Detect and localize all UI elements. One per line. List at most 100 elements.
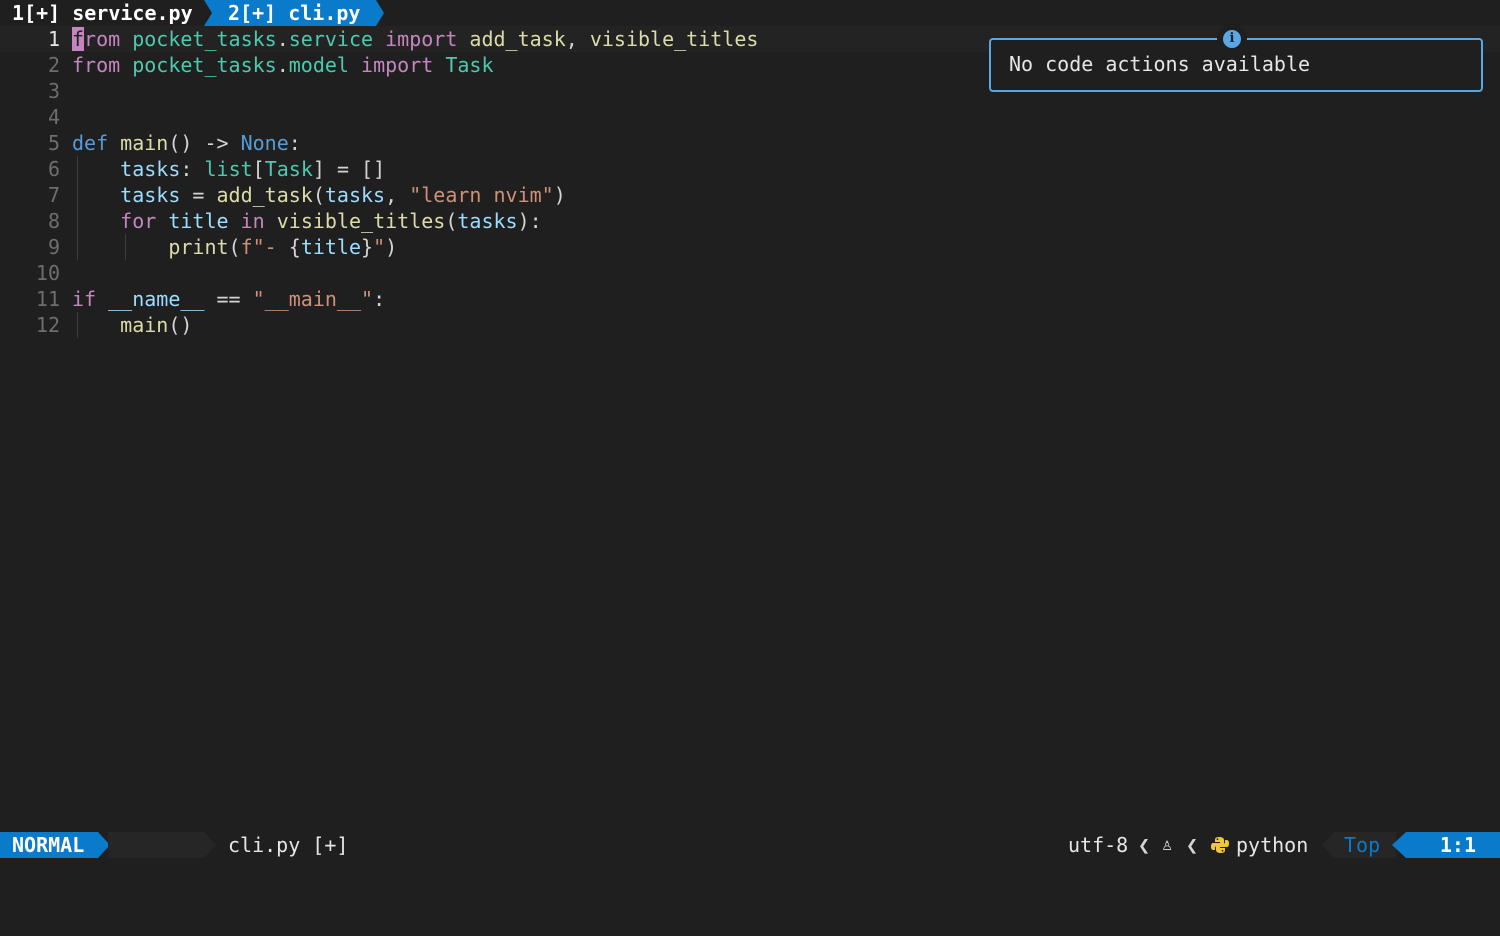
- code-token: visible_titles: [276, 209, 446, 233]
- mode-indicator: NORMAL: [0, 832, 110, 858]
- code-token: "learn nvim": [409, 183, 554, 207]
- code-line[interactable]: 8 for title in visible_titles(tasks):: [0, 208, 1500, 234]
- code-text: from pocket_tasks.service import add_tas…: [72, 26, 758, 52]
- code-token: :: [288, 131, 301, 155]
- code-token: [: [252, 157, 265, 181]
- code-token: __name__: [108, 287, 205, 311]
- code-token: from: [72, 53, 121, 77]
- line-number: 5: [47, 131, 60, 155]
- line-number: 9: [47, 235, 60, 259]
- code-token: =: [180, 183, 217, 207]
- command-line[interactable]: [0, 858, 1500, 885]
- code-text: if __name__ == "__main__":: [72, 286, 385, 312]
- code-token: pocket_tasks: [132, 53, 277, 77]
- indent-guide: [77, 182, 78, 208]
- code-token: tasks: [120, 157, 181, 181]
- indent-guide: [77, 312, 78, 338]
- code-token: {: [288, 235, 301, 259]
- file-type: python: [1236, 833, 1309, 857]
- code-token: add_task: [469, 27, 566, 51]
- code-token: rom: [84, 27, 121, 51]
- tab-service-py[interactable]: 1[+] service.py: [12, 0, 193, 26]
- code-line[interactable]: 6 tasks: list[Task] = []: [0, 156, 1500, 182]
- code-token: in: [240, 209, 265, 233]
- code-token: ): [553, 183, 566, 207]
- linux-tux-icon: ♙: [1162, 835, 1173, 855]
- code-text: from pocket_tasks.model import Task: [72, 52, 494, 78]
- code-token: tasks: [324, 183, 386, 207]
- code-text: tasks = add_task(tasks, "learn nvim"): [72, 182, 566, 208]
- code-token: main: [120, 131, 169, 155]
- indent-guide: [77, 156, 78, 182]
- code-token: title: [300, 235, 362, 259]
- code-token: model: [288, 53, 349, 77]
- code-token: () ->: [168, 131, 241, 155]
- line-number: 4: [47, 105, 60, 129]
- line-number: 11: [35, 287, 60, 311]
- code-token: Task: [445, 53, 494, 77]
- code-token: "__main__": [252, 287, 374, 311]
- code-token: None: [240, 131, 289, 155]
- scroll-position-label: Top: [1344, 833, 1381, 857]
- code-line[interactable]: 12 main(): [0, 312, 1500, 338]
- code-token: main: [120, 313, 169, 337]
- line-number: 8: [47, 209, 60, 233]
- popup-message: No code actions available: [1009, 52, 1311, 76]
- code-line[interactable]: 5 def main() -> None:: [0, 130, 1500, 156]
- line-number: 7: [47, 183, 60, 207]
- code-token: visible_titles: [589, 27, 759, 51]
- code-token: title: [168, 209, 229, 233]
- code-token: (: [312, 183, 325, 207]
- code-token: (): [168, 313, 193, 337]
- code-token: def: [72, 131, 109, 155]
- code-token: f"-: [240, 235, 289, 259]
- line-number: 3: [47, 79, 60, 103]
- line-number: 10: [35, 261, 60, 285]
- code-token: for: [120, 209, 157, 233]
- file-name: cli.py [+]: [228, 833, 349, 857]
- code-token: ): [385, 235, 398, 259]
- indent-guide: [77, 234, 78, 260]
- code-line[interactable]: 11 if __name__ == "__main__":: [0, 286, 1500, 312]
- code-token: (: [445, 209, 458, 233]
- line-number: 12: [35, 313, 60, 337]
- info-icon: i: [1223, 30, 1241, 48]
- code-actions-popup: i No code actions available: [989, 30, 1483, 92]
- cursor-location: 1:1: [1392, 832, 1500, 858]
- code-token: .: [276, 53, 289, 77]
- code-line[interactable]: 10: [0, 260, 1500, 286]
- scroll-position: Top: [1322, 832, 1396, 858]
- tab-cli-py-label: 2[+] cli.py: [228, 1, 361, 25]
- code-token: tasks: [120, 183, 181, 207]
- code-token: ": [373, 235, 386, 259]
- code-text: tasks: list[Task] = []: [72, 156, 385, 182]
- tabline: 1[+] service.py 2[+] cli.py: [0, 0, 1500, 26]
- indent-guide: [77, 208, 78, 234]
- tab-cli-py[interactable]: 2[+] cli.py: [204, 0, 384, 26]
- line-number: 1: [47, 27, 60, 51]
- code-token: }: [361, 235, 374, 259]
- file-encoding: utf-8: [1068, 833, 1129, 857]
- code-token: if: [72, 287, 97, 311]
- cursor-location-label: 1:1: [1439, 833, 1476, 857]
- code-line[interactable]: 9 print(f"- {title}"): [0, 234, 1500, 260]
- code-line[interactable]: 7 tasks = add_task(tasks, "learn nvim"): [0, 182, 1500, 208]
- code-token: :: [180, 157, 205, 181]
- code-token: f: [72, 27, 85, 51]
- line-number: 6: [47, 157, 60, 181]
- code-line[interactable]: 4: [0, 104, 1500, 130]
- code-token: add_task: [216, 183, 313, 207]
- code-token: .: [276, 27, 289, 51]
